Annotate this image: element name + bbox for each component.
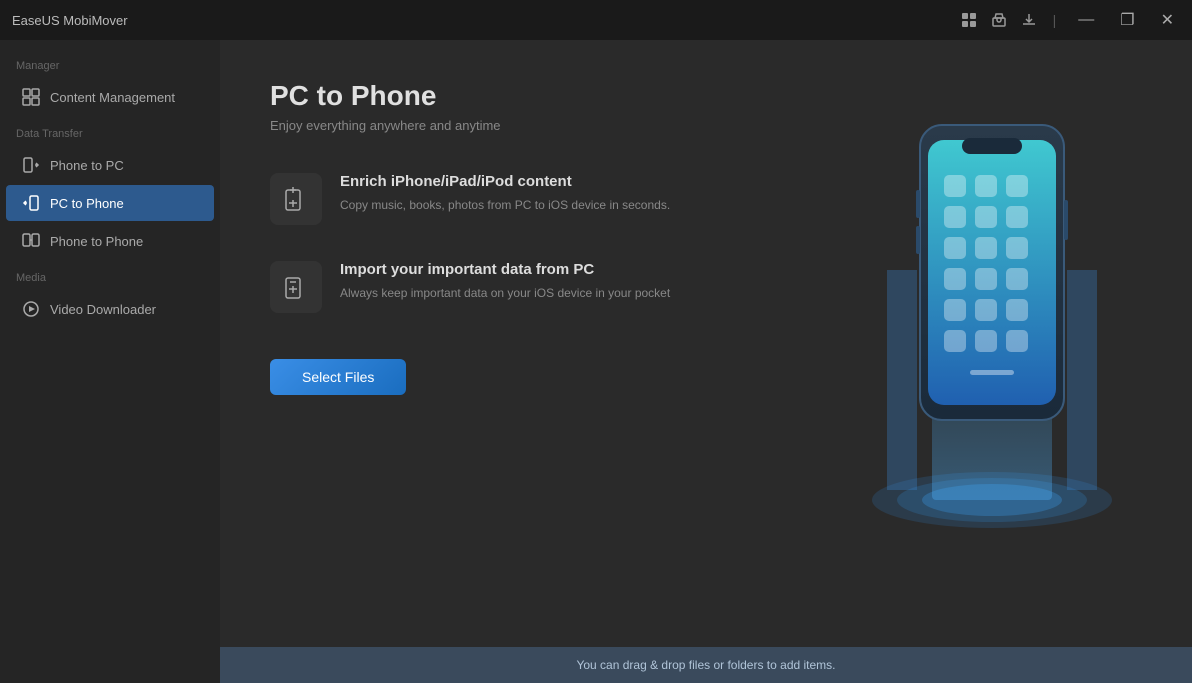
- bottom-bar: You can drag & drop files or folders to …: [220, 647, 1192, 683]
- sidebar-item-pc-to-phone[interactable]: PC to Phone: [6, 185, 214, 221]
- title-bar-controls: | — ❐ ✕: [961, 8, 1180, 32]
- video-downloader-icon: [22, 300, 40, 318]
- sidebar-item-label: Content Management: [50, 90, 175, 105]
- content-inner: PC to Phone Enjoy everything anywhere an…: [220, 40, 1192, 647]
- title-bar: EaseUS MobiMover |: [0, 0, 1192, 40]
- minimize-button[interactable]: —: [1072, 9, 1100, 31]
- sidebar-item-label: Phone to Phone: [50, 234, 143, 249]
- content-area: PC to Phone Enjoy everything anywhere an…: [220, 40, 1192, 683]
- main-layout: Manager Content Management Data Transfer: [0, 40, 1192, 683]
- sidebar-section-data-transfer: Data Transfer: [0, 116, 220, 146]
- app-title: EaseUS MobiMover: [12, 13, 128, 28]
- enrich-icon-box: [270, 173, 322, 225]
- sidebar-item-phone-to-pc[interactable]: Phone to PC: [6, 147, 214, 183]
- phone-illustration: [852, 70, 1132, 570]
- grid-icon[interactable]: [961, 12, 977, 28]
- title-bar-left: EaseUS MobiMover: [12, 13, 128, 28]
- enrich-text: Enrich iPhone/iPad/iPod content Copy mus…: [340, 173, 670, 215]
- bottom-bar-message: You can drag & drop files or folders to …: [576, 658, 835, 672]
- sidebar-section-media: Media: [0, 260, 220, 290]
- import-title: Import your important data from PC: [340, 261, 670, 278]
- enrich-title: Enrich iPhone/iPad/iPod content: [340, 173, 670, 190]
- import-icon-box: [270, 261, 322, 313]
- content-management-icon: [22, 88, 40, 106]
- phone-to-phone-icon: [22, 232, 40, 250]
- enrich-desc: Copy music, books, photos from PC to iOS…: [340, 196, 670, 215]
- sidebar-item-label: Video Downloader: [50, 302, 156, 317]
- import-desc: Always keep important data on your iOS d…: [340, 284, 670, 303]
- sidebar-item-label: Phone to PC: [50, 158, 124, 173]
- pc-to-phone-icon: [22, 194, 40, 212]
- sidebar-item-content-management[interactable]: Content Management: [6, 79, 214, 115]
- shop-icon[interactable]: [991, 12, 1007, 28]
- select-files-button[interactable]: Select Files: [270, 359, 406, 395]
- import-text: Import your important data from PC Alway…: [340, 261, 670, 303]
- sidebar-section-manager: Manager: [0, 48, 220, 78]
- phone-to-pc-icon: [22, 156, 40, 174]
- close-button[interactable]: ✕: [1155, 8, 1180, 32]
- sidebar: Manager Content Management Data Transfer: [0, 40, 220, 683]
- sidebar-item-video-downloader[interactable]: Video Downloader: [6, 291, 214, 327]
- sidebar-item-label: PC to Phone: [50, 196, 124, 211]
- sidebar-item-phone-to-phone[interactable]: Phone to Phone: [6, 223, 214, 259]
- download-icon[interactable]: [1021, 12, 1037, 28]
- maximize-button[interactable]: ❐: [1114, 8, 1140, 32]
